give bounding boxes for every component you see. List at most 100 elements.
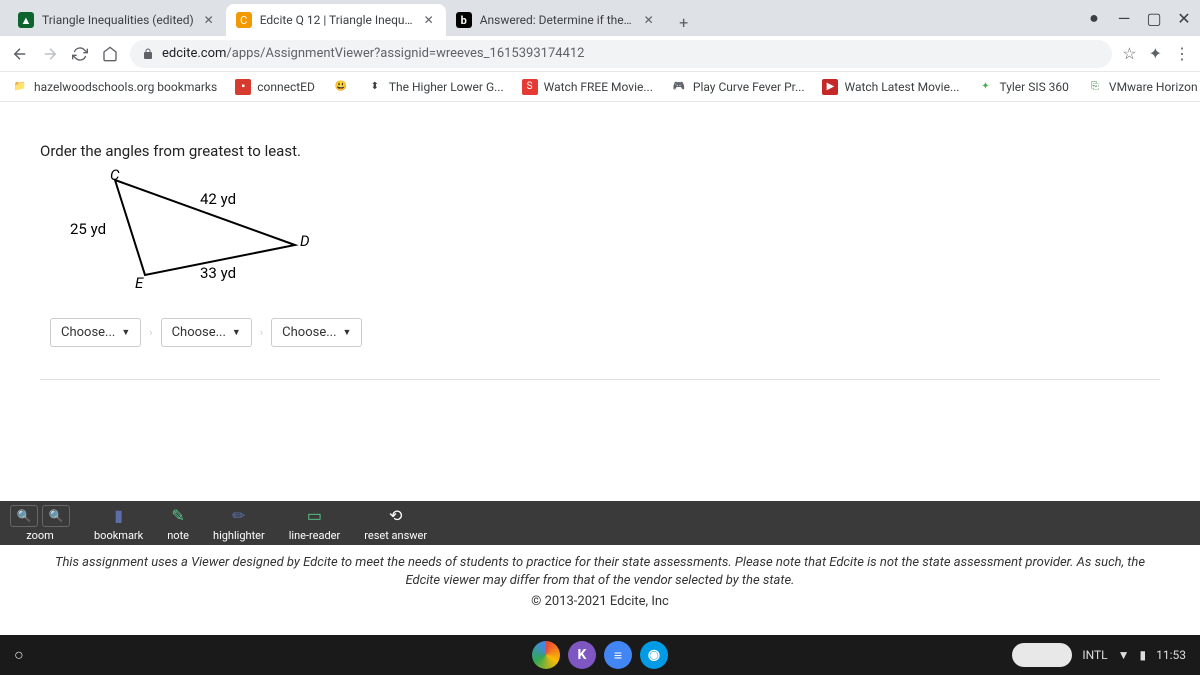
status-dot-icon: ● <box>1086 10 1102 26</box>
bookmark-item[interactable]: ▪ connectED <box>235 79 315 95</box>
bookmark-item[interactable]: SWatch FREE Movie... <box>522 79 653 95</box>
tab-favicon: b <box>456 12 472 28</box>
app-icon-camera[interactable]: ◉ <box>640 641 668 669</box>
separator: › <box>149 326 152 339</box>
app-icon-docs[interactable]: ≡ <box>604 641 632 669</box>
zoom-out-button[interactable]: 🔍 <box>10 505 38 527</box>
star-icon[interactable]: ☆ <box>1122 44 1136 63</box>
tab-favicon: C <box>236 12 252 28</box>
page-content: Order the angles from greatest to least.… <box>0 102 1200 675</box>
zoom-label: zoom <box>26 529 54 542</box>
bookmark-item[interactable]: ▶Watch Latest Movie... <box>822 79 959 95</box>
browser-tab-strip: ▲ Triangle Inequalities (edited) ✕ C Edc… <box>0 0 1200 36</box>
reload-icon[interactable] <box>70 44 90 64</box>
side-label-ed: 33 yd <box>200 264 236 282</box>
copyright-text: © 2013-2021 Edcite, Inc <box>40 594 1160 609</box>
window-controls: ● — ▢ ✕ <box>1086 0 1192 36</box>
bookmark-icon: ▮ <box>114 505 123 527</box>
highlighter-tool[interactable]: ✏ highlighter <box>213 505 265 542</box>
highlighter-icon: ✏ <box>232 505 245 527</box>
triangle-figure: C D E 25 yd 42 yd 33 yd <box>70 170 350 300</box>
bookmark-label: Tyler SIS 360 <box>999 80 1068 94</box>
bookmark-favicon: S <box>522 79 538 95</box>
caret-icon: ▼ <box>121 327 130 338</box>
reset-icon: ⟲ <box>389 505 402 527</box>
intl-label[interactable]: INTL <box>1082 648 1107 662</box>
app-icon-k[interactable]: K <box>568 641 596 669</box>
os-taskbar: ○ K ≡ ◉ INTL ▼ ▮ 11:53 <box>0 635 1200 675</box>
choose-dropdown-1[interactable]: Choose... ▼ <box>50 318 141 347</box>
url-text: edcite.com/apps/AssignmentViewer?assigni… <box>162 46 585 61</box>
dropdown-label: Choose... <box>172 325 226 340</box>
address-bar-row: edcite.com/apps/AssignmentViewer?assigni… <box>0 36 1200 72</box>
minimize-icon[interactable]: — <box>1116 10 1132 26</box>
tool-label: reset answer <box>364 529 427 542</box>
line-reader-icon: ▭ <box>307 505 322 527</box>
close-icon[interactable]: ✕ <box>202 13 216 27</box>
note-tool[interactable]: ✎ note <box>167 505 189 542</box>
home-icon[interactable] <box>100 44 120 64</box>
tab-title: Edcite Q 12 | Triangle Inequalitie <box>260 13 414 27</box>
divider <box>40 379 1160 380</box>
line-reader-tool[interactable]: ▭ line-reader <box>289 505 341 542</box>
tab-favicon: ▲ <box>18 12 34 28</box>
close-window-icon[interactable]: ✕ <box>1176 10 1192 26</box>
browser-tab[interactable]: ▲ Triangle Inequalities (edited) ✕ <box>8 4 226 36</box>
chrome-icon[interactable] <box>532 641 560 669</box>
new-tab-button[interactable]: + <box>670 8 698 36</box>
status-pill[interactable] <box>1012 643 1072 667</box>
bookmark-label: hazelwoodschools.org bookmarks <box>34 80 217 94</box>
zoom-in-button[interactable]: 🔍 <box>42 505 70 527</box>
choose-dropdown-3[interactable]: Choose...▼ <box>271 318 362 347</box>
tool-label: highlighter <box>213 529 265 542</box>
bookmark-item[interactable]: ⎘VMware Horizon <box>1087 79 1198 95</box>
tool-label: line-reader <box>289 529 341 542</box>
bookmark-item[interactable]: 🎮 Play Curve Fever Pr... <box>671 79 805 95</box>
maximize-icon[interactable]: ▢ <box>1146 10 1162 26</box>
bookmark-item[interactable]: ⬍The Higher Lower G... <box>367 79 504 95</box>
caret-icon: ▼ <box>232 327 241 338</box>
bookmark-label: Watch Latest Movie... <box>844 80 959 94</box>
folder-icon: 📁 <box>12 79 28 95</box>
lock-icon <box>142 48 154 60</box>
note-icon: ✎ <box>171 505 184 527</box>
vertex-label-e: E <box>135 274 143 292</box>
bookmark-item[interactable]: 😃 <box>333 79 349 95</box>
bookmarks-bar: 📁 hazelwoodschools.org bookmarks ▪ connect… <box>0 72 1200 102</box>
address-bar-actions: ☆ ✦ ⋮ <box>1122 44 1190 63</box>
choose-dropdown-2[interactable]: Choose... ▼ <box>161 318 252 347</box>
vertex-label-c: C <box>110 166 119 184</box>
bookmark-favicon: ▪ <box>235 79 251 95</box>
bookmark-label: Play Curve Fever Pr... <box>693 80 805 94</box>
browser-tab[interactable]: C Edcite Q 12 | Triangle Inequalitie ✕ <box>226 4 446 36</box>
launcher-icon[interactable]: ○ <box>14 645 24 665</box>
dropdown-label: Choose... <box>61 325 115 340</box>
clock[interactable]: 11:53 <box>1156 648 1186 662</box>
vertex-label-d: D <box>300 232 310 250</box>
menu-icon[interactable]: ⋮ <box>1174 44 1190 63</box>
separator: › <box>260 326 263 339</box>
footer: This assignment uses a Viewer designed b… <box>0 544 1200 619</box>
bookmark-favicon: ⬍ <box>367 79 383 95</box>
bookmark-tool[interactable]: ▮ bookmark <box>94 505 143 542</box>
bookmark-item[interactable]: 📁 hazelwoodschools.org bookmarks <box>12 79 217 95</box>
bookmark-item[interactable]: ✦Tyler SIS 360 <box>977 79 1068 95</box>
wifi-icon[interactable]: ▼ <box>1118 648 1130 662</box>
reset-tool[interactable]: ⟲ reset answer <box>364 505 427 542</box>
bookmark-label: connectED <box>257 80 315 94</box>
answer-dropdowns: Choose...▼ › Choose...▼ › Choose...▼ <box>50 318 1160 347</box>
close-icon[interactable]: ✕ <box>642 13 656 27</box>
caret-icon: ▼ <box>343 327 352 338</box>
battery-icon[interactable]: ▮ <box>1140 648 1147 662</box>
extensions-icon[interactable]: ✦ <box>1149 44 1162 63</box>
forward-icon[interactable] <box>40 44 60 64</box>
bookmark-favicon: ⎘ <box>1087 79 1103 95</box>
edcite-toolbar: 🔍 🔍 zoom ▮ bookmark ✎ note ✏ highlighter… <box>0 501 1200 545</box>
disclaimer-text: This assignment uses a Viewer designed b… <box>40 554 1160 590</box>
bookmark-favicon: 🎮 <box>671 79 687 95</box>
close-icon[interactable]: ✕ <box>422 13 436 27</box>
tool-label: bookmark <box>94 529 143 542</box>
url-bar[interactable]: edcite.com/apps/AssignmentViewer?assigni… <box>130 40 1112 68</box>
back-icon[interactable] <box>10 44 30 64</box>
browser-tab[interactable]: b Answered: Determine if the side ✕ <box>446 4 666 36</box>
